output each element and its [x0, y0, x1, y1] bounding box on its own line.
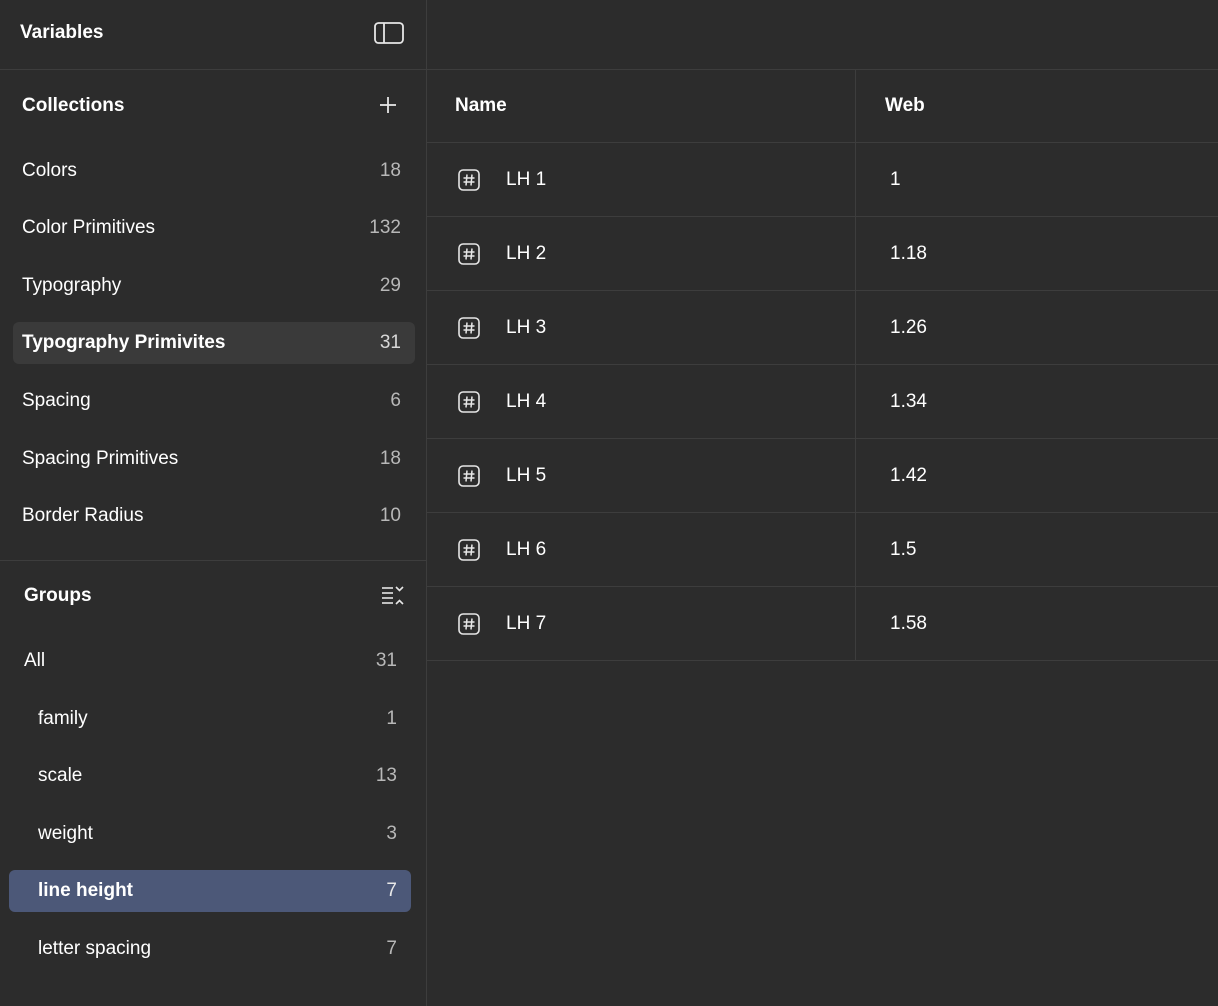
- variables-table: Name Web LH 1 1 LH 2 1.18 LH 3 1.26 LH 4 1.34 LH…: [427, 69, 1218, 661]
- group-count: 1: [386, 708, 397, 729]
- column-divider: [855, 587, 856, 660]
- collection-count: 18: [379, 160, 401, 181]
- group-label: All: [24, 650, 46, 671]
- column-divider: [855, 143, 856, 216]
- table-topbar: [427, 0, 1218, 70]
- number-variable-icon: [458, 169, 480, 191]
- table-row[interactable]: LH 4 1.34: [427, 365, 1218, 439]
- collection-label: Colors: [22, 160, 77, 181]
- group-label: scale: [38, 765, 83, 786]
- collection-count: 10: [379, 505, 401, 526]
- sidebar-toggle-icon[interactable]: [374, 22, 404, 44]
- collection-item[interactable]: Spacing 6: [13, 380, 415, 422]
- variable-name[interactable]: LH 3: [506, 317, 546, 339]
- collection-item[interactable]: Spacing Primitives 18: [13, 438, 415, 480]
- collection-label: Spacing Primitives: [22, 448, 179, 469]
- column-divider: [855, 217, 856, 290]
- number-variable-icon: [458, 613, 480, 635]
- groups-heading: Groups: [24, 585, 92, 606]
- group-label: letter spacing: [38, 938, 152, 959]
- variable-web-value[interactable]: 1.58: [890, 613, 927, 635]
- collection-label: Typography: [22, 275, 122, 296]
- variables-table-panel: Name Web LH 1 1 LH 2 1.18 LH 3 1.26 LH 4 1.34 LH…: [427, 0, 1218, 1006]
- group-count: 3: [386, 823, 397, 844]
- group-count: 13: [375, 765, 397, 786]
- number-variable-icon: [458, 317, 480, 339]
- collection-item[interactable]: Typography 29: [13, 265, 415, 307]
- table-body: LH 1 1 LH 2 1.18 LH 3 1.26 LH 4 1.34 LH 5 1.42 LH …: [427, 143, 1218, 661]
- column-header-name[interactable]: Name: [455, 95, 507, 117]
- collections-heading: Collections: [22, 95, 125, 116]
- column-divider: [855, 291, 856, 364]
- group-label: line height: [38, 880, 133, 901]
- column-header-web[interactable]: Web: [885, 95, 925, 117]
- collection-count: 132: [369, 217, 401, 238]
- collection-label: Spacing: [22, 390, 91, 411]
- group-item[interactable]: scale 13: [9, 755, 411, 797]
- group-item[interactable]: family 1: [9, 698, 411, 740]
- group-count: 7: [386, 880, 397, 901]
- group-item[interactable]: weight 3: [9, 813, 411, 855]
- table-row[interactable]: LH 5 1.42: [427, 439, 1218, 513]
- collection-label: Color Primitives: [22, 217, 156, 238]
- column-divider: [855, 365, 856, 438]
- collection-item[interactable]: Border Radius 10: [13, 495, 415, 537]
- group-label: family: [38, 708, 88, 729]
- collection-label: Typography Primivites: [22, 332, 226, 353]
- group-label: weight: [38, 823, 93, 844]
- collection-label: Border Radius: [22, 505, 144, 526]
- table-row[interactable]: LH 2 1.18: [427, 217, 1218, 291]
- collection-item[interactable]: Colors 18: [13, 150, 415, 192]
- group-item[interactable]: line height 7: [9, 870, 411, 912]
- number-variable-icon: [458, 243, 480, 265]
- variable-web-value[interactable]: 1.26: [890, 317, 927, 339]
- collection-count: 6: [390, 390, 401, 411]
- table-row[interactable]: LH 1 1: [427, 143, 1218, 217]
- variable-name[interactable]: LH 7: [506, 613, 546, 635]
- table-header-row: Name Web: [427, 69, 1218, 143]
- group-item[interactable]: All 31: [9, 640, 411, 682]
- variable-web-value[interactable]: 1: [890, 169, 901, 191]
- variable-web-value[interactable]: 1.34: [890, 391, 927, 413]
- variable-web-value[interactable]: 1.18: [890, 243, 927, 265]
- panel-title: Variables: [20, 22, 104, 43]
- group-count: 7: [386, 938, 397, 959]
- collapse-list-icon[interactable]: [380, 585, 406, 607]
- variable-name[interactable]: LH 2: [506, 243, 546, 265]
- variable-name[interactable]: LH 1: [506, 169, 546, 191]
- collection-count: 31: [379, 332, 401, 353]
- collection-item[interactable]: Typography Primivites 31: [13, 322, 415, 364]
- collection-item[interactable]: Color Primitives 132: [13, 207, 415, 249]
- variable-name[interactable]: LH 5: [506, 465, 546, 487]
- variable-name[interactable]: LH 6: [506, 539, 546, 561]
- table-row[interactable]: LH 7 1.58: [427, 587, 1218, 661]
- variable-name[interactable]: LH 4: [506, 391, 546, 413]
- collection-count: 29: [379, 275, 401, 296]
- group-count: 31: [375, 650, 397, 671]
- number-variable-icon: [458, 539, 480, 561]
- variable-web-value[interactable]: 1.42: [890, 465, 927, 487]
- sidebar-header: Variables: [0, 0, 426, 70]
- column-divider[interactable]: [855, 69, 856, 142]
- number-variable-icon: [458, 391, 480, 413]
- group-item[interactable]: letter spacing 7: [9, 928, 411, 970]
- table-row[interactable]: LH 6 1.5: [427, 513, 1218, 587]
- sidebar-divider: [0, 560, 426, 561]
- column-divider: [855, 513, 856, 586]
- collection-count: 18: [379, 448, 401, 469]
- number-variable-icon: [458, 465, 480, 487]
- add-collection-plus-icon[interactable]: [376, 93, 400, 117]
- column-divider: [855, 439, 856, 512]
- table-row[interactable]: LH 3 1.26: [427, 291, 1218, 365]
- variable-web-value[interactable]: 1.5: [890, 539, 916, 561]
- variables-sidebar: Variables Collections Colors 18 Color Prim…: [0, 0, 427, 1006]
